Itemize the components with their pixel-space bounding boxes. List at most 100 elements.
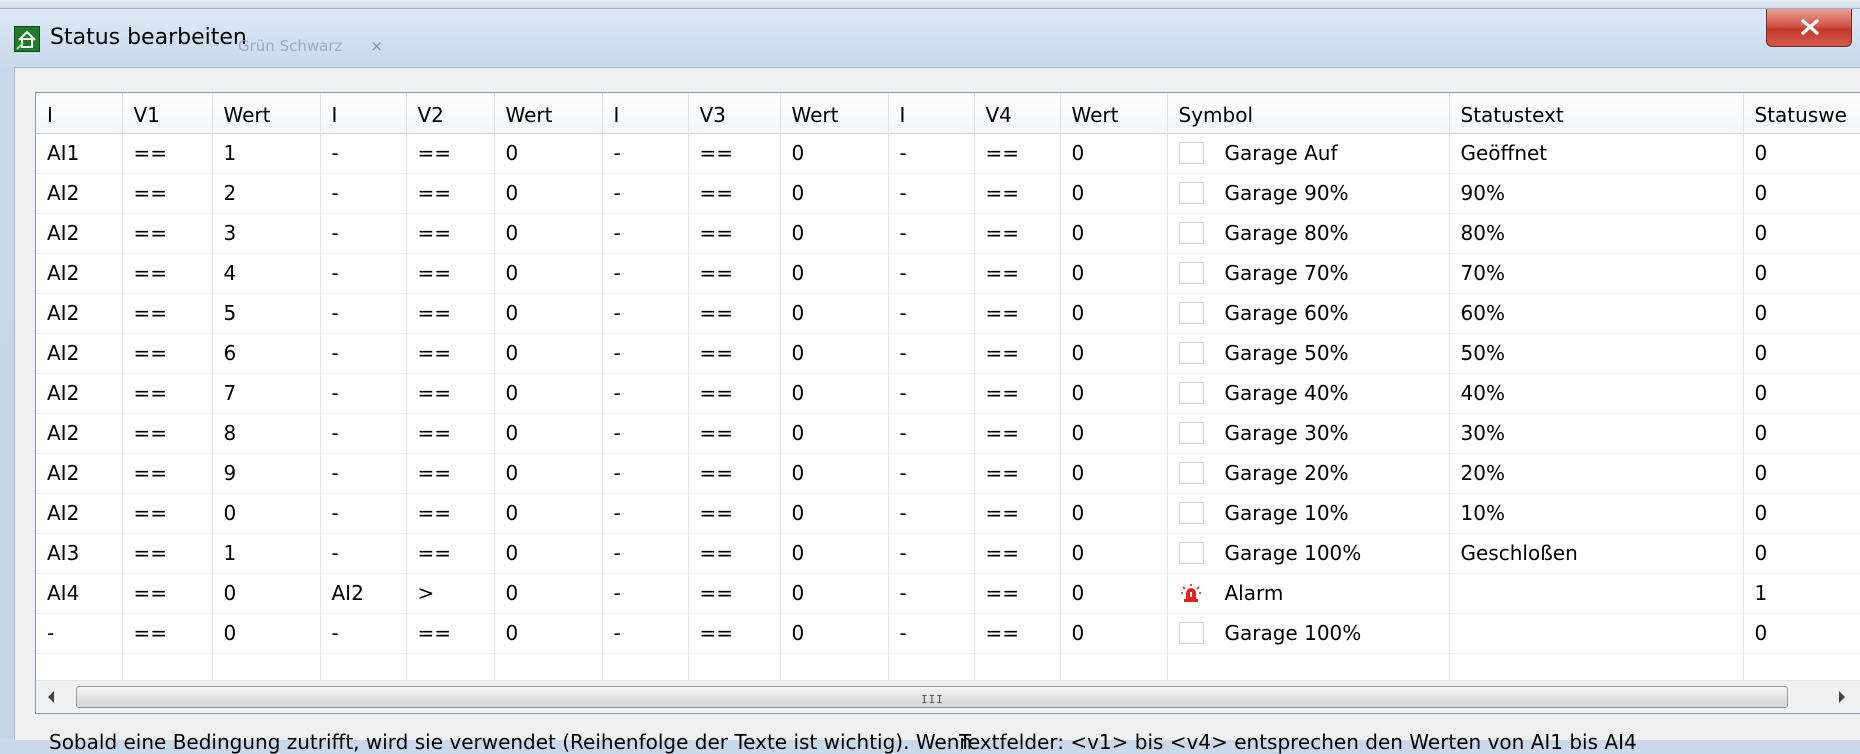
table-row[interactable]: AI2 == 6- == 0- == 0- == 0 Garage 50% 50% 0 — [36, 333, 1860, 374]
cell-statuswert[interactable]: 0 — [1743, 413, 1860, 454]
cell-i2[interactable]: - — [320, 493, 407, 534]
cell-w3[interactable]: 0 — [780, 253, 889, 294]
cell-statuswert[interactable]: 0 — [1743, 133, 1860, 174]
column-header[interactable]: Statustext — [1449, 93, 1744, 134]
table-row[interactable]: AI2 == 0- == 0- == 0- == 0 Garage 10% 10% 0 — [36, 493, 1860, 534]
cell-i4[interactable]: - — [888, 413, 975, 454]
cell-v4[interactable]: == — [974, 533, 1061, 574]
cell-v3[interactable]: == — [688, 133, 781, 174]
column-header[interactable]: V1 — [122, 93, 213, 134]
cell-v3[interactable]: == — [688, 613, 781, 654]
column-header[interactable]: I — [36, 93, 123, 134]
table-row[interactable]: AI1 == 1- == 0- == 0- == 0 Garage Auf Geöffnet 0 — [36, 133, 1860, 174]
cell-symbol[interactable]: Garage 10% — [1167, 493, 1450, 534]
cell-v3[interactable]: == — [688, 253, 781, 294]
cell-w3[interactable]: 0 — [780, 453, 889, 494]
cell-i3[interactable]: - — [602, 333, 689, 374]
cell-symbol[interactable]: Garage 100% — [1167, 533, 1450, 574]
close-button[interactable] — [1766, 9, 1852, 47]
cell-statuswert[interactable]: 0 — [1743, 253, 1860, 294]
cell-v4[interactable]: == — [974, 413, 1061, 454]
cell-v1[interactable]: == — [122, 133, 213, 174]
cell-v2[interactable]: == — [406, 133, 495, 174]
cell-symbol[interactable]: Garage 70% — [1167, 253, 1450, 294]
cell-v2[interactable]: == — [406, 213, 495, 254]
cell-v2[interactable]: == — [406, 333, 495, 374]
cell-v1[interactable]: == — [122, 253, 213, 294]
cell-v1[interactable]: == — [122, 333, 213, 374]
cell-i2[interactable]: - — [320, 333, 407, 374]
cell-i1[interactable]: AI2 — [36, 453, 123, 494]
cell-i2[interactable]: - — [320, 373, 407, 414]
cell-i2[interactable]: AI2 — [320, 573, 407, 614]
cell-i1[interactable]: AI2 — [36, 413, 123, 454]
cell-w3[interactable]: 0 — [780, 533, 889, 574]
cell-v3[interactable]: == — [688, 373, 781, 414]
cell-w1[interactable]: 1 — [212, 133, 321, 174]
cell-i4[interactable]: - — [888, 493, 975, 534]
cell-w2[interactable]: 0 — [494, 373, 603, 414]
cell-w1[interactable]: 8 — [212, 413, 321, 454]
cell-symbol[interactable]: Garage 50% — [1167, 333, 1450, 374]
cell-w2[interactable]: 0 — [494, 453, 603, 494]
cell-w2[interactable]: 0 — [494, 213, 603, 254]
cell-statustext[interactable]: 90% — [1449, 173, 1744, 214]
cell-symbol[interactable]: Garage Auf — [1167, 133, 1450, 174]
cell-i3[interactable]: - — [602, 253, 689, 294]
table-row[interactable]: AI2 == 4- == 0- == 0- == 0 Garage 70% 70% 0 — [36, 253, 1860, 294]
cell-v3[interactable]: == — [688, 173, 781, 214]
cell-w4[interactable]: 0 — [1060, 373, 1168, 414]
cell-w1[interactable]: 0 — [212, 493, 321, 534]
cell-v3[interactable]: == — [688, 293, 781, 334]
cell-v3[interactable]: == — [688, 453, 781, 494]
column-header[interactable]: I — [888, 93, 975, 134]
table-row[interactable]: AI2 == 3- == 0- == 0- == 0 Garage 80% 80% 0 — [36, 213, 1860, 254]
cell-i2[interactable]: - — [320, 213, 407, 254]
cell-w2[interactable]: 0 — [494, 413, 603, 454]
scroll-left-button[interactable] — [36, 681, 70, 713]
cell-w2[interactable]: 0 — [494, 613, 603, 654]
cell-i4[interactable]: - — [888, 533, 975, 574]
cell-w1[interactable]: 5 — [212, 293, 321, 334]
cell-v1[interactable]: == — [122, 413, 213, 454]
cell-v1[interactable]: == — [122, 533, 213, 574]
cell-symbol[interactable]: Garage 40% — [1167, 373, 1450, 414]
cell-v2[interactable]: == — [406, 373, 495, 414]
cell-symbol[interactable]: Garage 20% — [1167, 453, 1450, 494]
cell-w3[interactable]: 0 — [780, 373, 889, 414]
cell-statustext[interactable]: 50% — [1449, 333, 1744, 374]
column-header[interactable]: Wert — [212, 93, 321, 134]
cell-v4[interactable]: == — [974, 333, 1061, 374]
cell-i2[interactable]: - — [320, 453, 407, 494]
column-header[interactable]: Symbol — [1167, 93, 1450, 134]
cell-symbol[interactable]: Alarm — [1167, 573, 1450, 614]
column-header[interactable]: I — [602, 93, 689, 134]
cell-w2[interactable]: 0 — [494, 253, 603, 294]
cell-v2[interactable]: > — [406, 573, 495, 614]
cell-v2[interactable]: == — [406, 613, 495, 654]
cell-v4[interactable]: == — [974, 173, 1061, 214]
cell-w4[interactable]: 0 — [1060, 413, 1168, 454]
cell-w4[interactable]: 0 — [1060, 173, 1168, 214]
table-row[interactable]: AI2 == 7- == 0- == 0- == 0 Garage 40% 40% 0 — [36, 373, 1860, 414]
cell-statuswert[interactable]: 1 — [1743, 573, 1860, 614]
cell-v1[interactable]: == — [122, 613, 213, 654]
cell-v1[interactable]: == — [122, 453, 213, 494]
cell-i4[interactable]: - — [888, 613, 975, 654]
cell-i3[interactable]: - — [602, 613, 689, 654]
table-row[interactable]: AI2 == 5- == 0- == 0- == 0 Garage 60% 60% 0 — [36, 293, 1860, 334]
cell-v1[interactable]: == — [122, 293, 213, 334]
cell-w2[interactable]: 0 — [494, 173, 603, 214]
cell-i1[interactable]: AI2 — [36, 213, 123, 254]
cell-statuswert[interactable]: 0 — [1743, 213, 1860, 254]
cell-w4[interactable]: 0 — [1060, 213, 1168, 254]
cell-v3[interactable]: == — [688, 333, 781, 374]
cell-w1[interactable]: 0 — [212, 613, 321, 654]
cell-w4[interactable]: 0 — [1060, 293, 1168, 334]
cell-w3[interactable]: 0 — [780, 173, 889, 214]
cell-i2[interactable]: - — [320, 533, 407, 574]
cell-i3[interactable]: - — [602, 493, 689, 534]
cell-w2[interactable]: 0 — [494, 533, 603, 574]
cell-w1[interactable]: 2 — [212, 173, 321, 214]
scroll-right-button[interactable] — [1827, 681, 1860, 713]
